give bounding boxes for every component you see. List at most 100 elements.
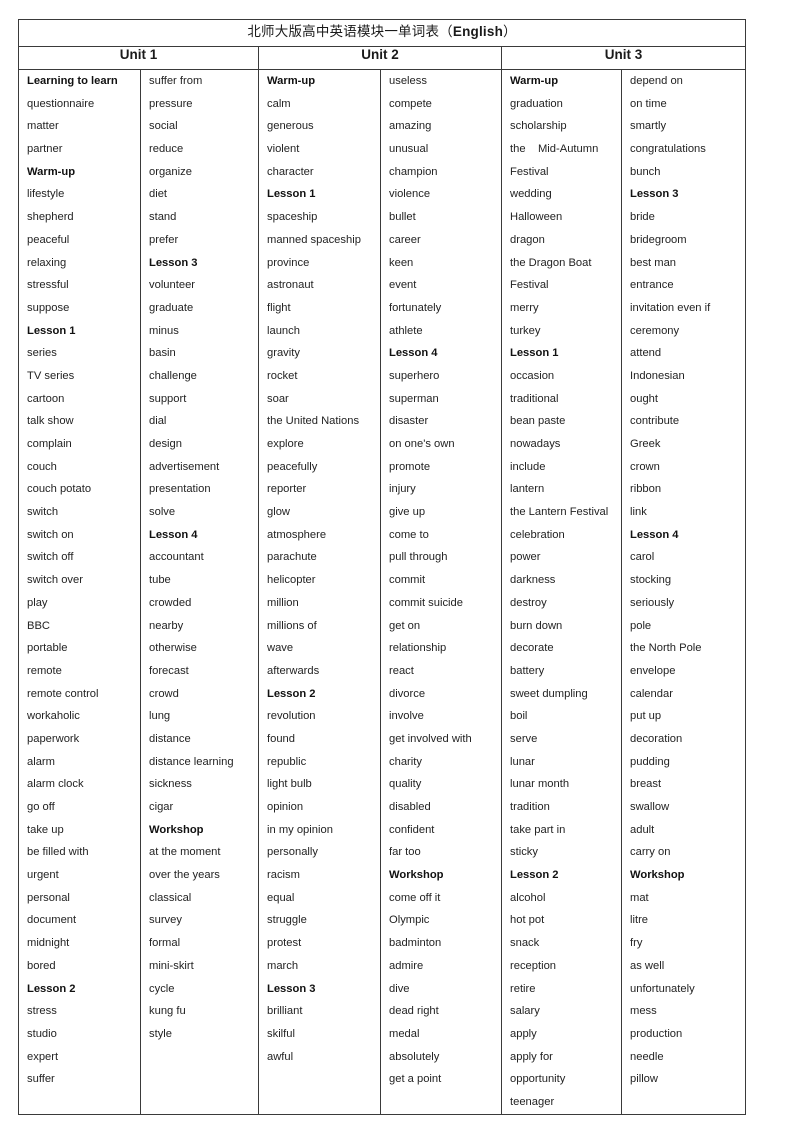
word-item: personal (27, 891, 70, 904)
word-item: complain (27, 438, 72, 450)
word-item: atmosphere (267, 528, 327, 541)
word-item: march (267, 959, 299, 972)
word-item: bored (27, 959, 56, 972)
word-item: fry (630, 937, 643, 950)
word-item: ought (630, 392, 658, 405)
word-item: relaxing (27, 256, 67, 269)
word-item: superhero (389, 369, 440, 382)
word-item: retire (510, 982, 536, 995)
word-item: relationship (389, 642, 447, 655)
word-item: bunch (630, 165, 661, 178)
word-item: shepherd (27, 211, 74, 224)
word-section-heading: Lesson 1 (27, 324, 76, 337)
word-item: Olympic (389, 914, 430, 927)
word-item: peaceful (27, 233, 70, 246)
word-item: career (389, 233, 421, 246)
word-item: rocket (267, 369, 298, 382)
word-item: launch (267, 324, 300, 337)
word-item: occasion (510, 369, 555, 382)
word-item: awful (267, 1050, 294, 1063)
word-item: mat (630, 891, 649, 904)
word-item: switch over (27, 574, 83, 587)
word-item: reduce (149, 143, 184, 156)
word-item: snack (510, 937, 540, 950)
word-item: decorate (510, 642, 554, 655)
word-item: quality (389, 778, 422, 791)
word-column-1: Learning to learn questionnaire matter part… (18, 69, 141, 1115)
word-item: commit suicide (389, 596, 463, 609)
word-item: expert (27, 1050, 59, 1063)
word-item: attend (630, 347, 662, 360)
word-item: link (630, 506, 647, 519)
word-item: celebration (510, 528, 565, 541)
word-item: accountant (149, 551, 204, 564)
word-item: charity (389, 755, 422, 768)
word-column-3: Warm-up calm generous violent character Lesso… (258, 69, 381, 1115)
word-item: pudding (630, 755, 670, 768)
page: 北师大版高中英语模块一单词表（English） Unit 1 Unit 2 Un… (0, 0, 800, 1133)
word-item: pull through (389, 551, 448, 564)
word-item: confident (389, 823, 435, 836)
document-title-cn: 北师大版高中英语模块一单词表（ (247, 24, 453, 39)
word-item: sweet dumpling (510, 687, 588, 700)
word-item: get on (389, 619, 421, 632)
word-item: scholarship (510, 120, 567, 133)
word-item: burn down (510, 619, 563, 632)
word-item: soar (267, 392, 289, 405)
word-item: dead right (389, 1005, 439, 1018)
word-item: boil (510, 710, 528, 723)
word-item: involve (389, 710, 424, 723)
word-item: opportunity (510, 1073, 566, 1086)
word-item: dial (149, 415, 167, 428)
word-item: distance learning (149, 755, 234, 768)
document-title-en: English (452, 24, 504, 39)
word-item: serve (510, 732, 538, 745)
word-item: generous (267, 120, 314, 133)
word-item: style (149, 1027, 173, 1040)
word-item: event (389, 279, 417, 292)
word-item: battery (510, 664, 545, 677)
word-item: carol (630, 551, 655, 564)
word-item: crown (630, 460, 660, 473)
word-item: ceremony (630, 324, 680, 337)
word-item: on time (630, 97, 667, 110)
word-item: power (510, 551, 541, 564)
word-item: pole (630, 619, 652, 632)
word-section-heading: Lesson 1 (510, 347, 559, 360)
word-item: darkness (510, 574, 556, 587)
word-item: stress (27, 1005, 57, 1018)
word-item: skilful (267, 1027, 295, 1040)
word-item: cigar (149, 801, 174, 813)
word-item: go off (27, 801, 55, 813)
word-item: depend on (630, 75, 683, 87)
word-item: glow (267, 506, 291, 519)
word-item: dragon (510, 233, 545, 246)
word-item: suppose (27, 301, 70, 314)
word-item: revolution (267, 710, 316, 723)
word-item: millions of (267, 619, 317, 632)
word-item: come off it (389, 891, 441, 904)
word-item: play (27, 596, 48, 609)
word-item: personally (267, 846, 318, 859)
word-item: suffer from (149, 75, 203, 87)
word-item: violent (267, 143, 300, 156)
word-item: the North Pole (630, 642, 702, 655)
word-item: adult (630, 823, 655, 836)
document-title-close: ） (503, 24, 517, 39)
word-item: champion (389, 165, 438, 178)
word-item: remote control (27, 687, 99, 700)
word-item: gravity (267, 347, 300, 360)
word-item: couch (27, 460, 57, 473)
word-item: lunar month (510, 778, 570, 791)
word-item: on one's own (389, 438, 455, 450)
word-item: document (27, 914, 77, 927)
word-item: apply for (510, 1050, 553, 1063)
word-item: invitation even if (630, 301, 711, 314)
word-item: mini-skirt (149, 959, 194, 972)
word-item: bean paste (510, 415, 566, 428)
word-list: Warm-up graduation scholarship the Mid-Autu… (502, 70, 621, 1114)
word-item: tube (149, 574, 171, 587)
word-item: province (267, 256, 310, 269)
word-item: racism (267, 869, 300, 882)
word-item: nearby (149, 619, 184, 632)
